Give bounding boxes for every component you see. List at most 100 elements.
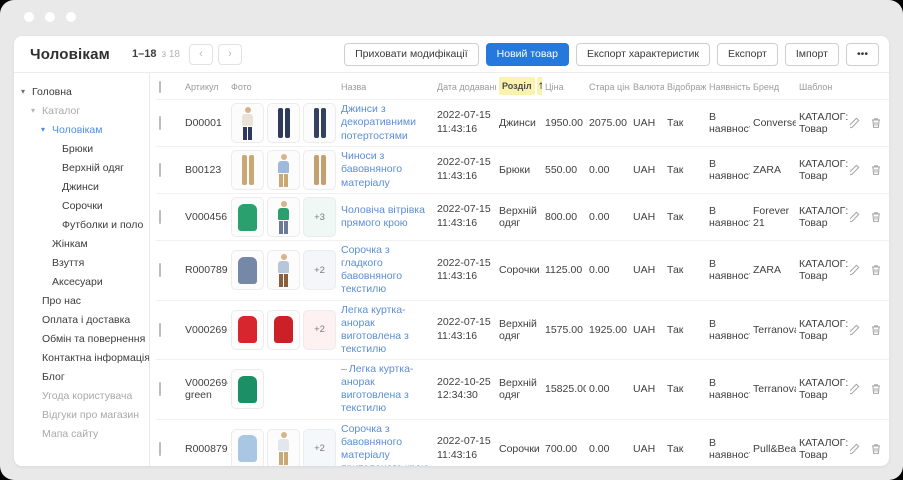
- select-all-checkbox[interactable]: [159, 80, 161, 93]
- edit-pencil-icon[interactable]: [850, 210, 861, 224]
- product-name-link[interactable]: Чоловіча вітрівка прямого крою: [341, 204, 425, 229]
- product-photo-thumbnail[interactable]: [303, 103, 336, 143]
- sort-icon[interactable]: ⇅: [536, 77, 542, 95]
- edit-pencil-icon[interactable]: [850, 116, 861, 130]
- sidebar-item-14[interactable]: ▾Обмін та повернення: [21, 329, 149, 348]
- delete-trash-icon[interactable]: [869, 382, 883, 396]
- sidebar-item-6[interactable]: ▾Джинси: [21, 177, 149, 196]
- product-photo-thumbnail[interactable]: [231, 150, 264, 190]
- product-photo-thumbnail[interactable]: [267, 150, 300, 190]
- sidebar-item-12[interactable]: ▾Про нас: [21, 291, 149, 310]
- column-header-9[interactable]: Відображати: [664, 73, 706, 100]
- sidebar-item-19[interactable]: ▾Мапа сайту: [21, 424, 149, 443]
- sidebar-item-10[interactable]: ▾Взуття: [21, 253, 149, 272]
- column-header-4[interactable]: Дата додавання: [434, 73, 496, 100]
- sidebar-item-4[interactable]: ▾Брюки: [21, 139, 149, 158]
- edit-pencil-icon[interactable]: [850, 382, 861, 396]
- column-header-5[interactable]: Розділ⇅: [496, 73, 542, 100]
- new-product-button[interactable]: Новий товар: [485, 42, 569, 66]
- product-photo-thumbnail[interactable]: [231, 250, 264, 291]
- column-header-2[interactable]: Фото: [228, 73, 338, 100]
- expand-arrow-icon[interactable]: ▾: [41, 125, 52, 134]
- more-photos-badge[interactable]: +3: [303, 197, 336, 237]
- name-cell: Чоловіча вітрівка прямого крою: [338, 193, 434, 241]
- sidebar-item-15[interactable]: ▾Контактна інформація: [21, 348, 149, 367]
- delete-trash-icon[interactable]: [869, 116, 883, 130]
- edit-pencil-icon[interactable]: [850, 442, 861, 456]
- sidebar-item-5[interactable]: ▾Верхній одяг: [21, 158, 149, 177]
- sidebar-item-7[interactable]: ▾Сорочки: [21, 196, 149, 215]
- column-header-1[interactable]: Артикул: [182, 73, 228, 100]
- product-name-link[interactable]: Сорочка з бавовняного матеріалу притален…: [341, 423, 429, 467]
- window-dot-minimize[interactable]: [45, 12, 55, 22]
- edit-pencil-icon[interactable]: [850, 263, 861, 277]
- more-photos-badge[interactable]: +2: [303, 309, 336, 350]
- product-name-link[interactable]: Легка куртка-анорак виготовлена з тексти…: [341, 363, 413, 414]
- product-photo-thumbnail[interactable]: [231, 197, 264, 237]
- product-photo-thumbnail[interactable]: [267, 197, 300, 237]
- sidebar-item-2[interactable]: ▾ Каталог: [21, 101, 149, 120]
- sidebar-item-11[interactable]: ▾Аксесуари: [21, 272, 149, 291]
- date-added: 2022-07-15: [437, 109, 491, 122]
- column-header-3[interactable]: Назва: [338, 73, 434, 100]
- delete-trash-icon[interactable]: [869, 263, 883, 277]
- sidebar-item-3[interactable]: ▾ Чоловікам: [21, 120, 149, 139]
- pagination-prev-button[interactable]: ‹: [188, 43, 213, 65]
- delete-trash-icon[interactable]: [869, 442, 883, 456]
- sidebar-item-label: Каталог: [42, 104, 81, 117]
- row-checkbox[interactable]: [159, 116, 161, 130]
- row-checkbox[interactable]: [159, 163, 161, 177]
- delete-trash-icon[interactable]: [869, 210, 883, 224]
- column-header-6[interactable]: Ціна: [542, 73, 586, 100]
- column-header-7[interactable]: Стара ціна: [586, 73, 630, 100]
- product-photo-thumbnail[interactable]: [267, 250, 300, 291]
- sidebar-item-16[interactable]: ▾Блог: [21, 367, 149, 386]
- pagination-next-button[interactable]: ›: [217, 43, 242, 65]
- sidebar-item-9[interactable]: ▾Жінкам: [21, 234, 149, 253]
- delete-trash-icon[interactable]: [869, 163, 883, 177]
- row-checkbox[interactable]: [159, 210, 161, 224]
- product-name-link[interactable]: Легка куртка-анорак виготовлена з тексти…: [341, 304, 409, 355]
- window-dot-maximize[interactable]: [66, 12, 76, 22]
- delete-trash-icon[interactable]: [869, 323, 883, 337]
- row-checkbox[interactable]: [159, 263, 161, 278]
- sidebar-item-1[interactable]: ▾ Головна: [21, 82, 149, 101]
- more-photos-badge[interactable]: +2: [303, 250, 336, 291]
- product-name-link[interactable]: Чиноси з бавовняного матеріалу: [341, 150, 402, 188]
- sidebar-item-18[interactable]: ▾Відгуки про магазин: [21, 405, 149, 424]
- more-photos-badge[interactable]: +2: [303, 428, 336, 466]
- product-name-link[interactable]: Сорочка з гладкого бавовняного текстилю: [341, 244, 402, 295]
- product-name-link[interactable]: Джинси з декоративними потертостями: [341, 103, 416, 141]
- row-checkbox[interactable]: [159, 441, 161, 456]
- hide-modifications-button[interactable]: Приховати модифікації: [344, 42, 479, 66]
- sidebar-item-8[interactable]: ▾Футболки и поло: [21, 215, 149, 234]
- product-photo-thumbnail[interactable]: [231, 428, 264, 466]
- column-header-12[interactable]: Шаблон: [796, 73, 850, 100]
- column-label: Шаблон: [799, 81, 833, 92]
- row-checkbox[interactable]: [159, 322, 161, 337]
- row-checkbox[interactable]: [159, 382, 161, 397]
- edit-pencil-icon[interactable]: [850, 163, 861, 177]
- column-header-10[interactable]: Наявність: [706, 73, 750, 100]
- product-photo-thumbnail[interactable]: [231, 369, 264, 410]
- edit-pencil-icon[interactable]: [850, 323, 861, 337]
- more-button[interactable]: •••: [845, 42, 879, 66]
- date-added: 2022-07-15: [437, 435, 491, 448]
- expand-arrow-icon[interactable]: ▾: [21, 87, 32, 96]
- product-photo-thumbnail[interactable]: [231, 309, 264, 350]
- product-photo-thumbnail[interactable]: [267, 428, 300, 466]
- column-header-8[interactable]: Валюта: [630, 73, 664, 100]
- export-button[interactable]: Експорт: [716, 42, 778, 66]
- window-dot-close[interactable]: [24, 12, 34, 22]
- sidebar-item-17[interactable]: ▾Угода користувача: [21, 386, 149, 405]
- product-photo-thumbnail[interactable]: [303, 150, 336, 190]
- sidebar-item-13[interactable]: ▾Оплата і доставка: [21, 310, 149, 329]
- date-added: 2022-07-15: [437, 156, 491, 169]
- column-header-11[interactable]: Бренд: [750, 73, 796, 100]
- expand-arrow-icon[interactable]: ▾: [31, 106, 42, 115]
- product-photo-thumbnail[interactable]: [231, 103, 264, 143]
- export-characteristics-button[interactable]: Експорт характеристик: [576, 42, 710, 66]
- import-button[interactable]: Імпорт: [784, 42, 839, 66]
- product-photo-thumbnail[interactable]: [267, 103, 300, 143]
- product-photo-thumbnail[interactable]: [267, 309, 300, 350]
